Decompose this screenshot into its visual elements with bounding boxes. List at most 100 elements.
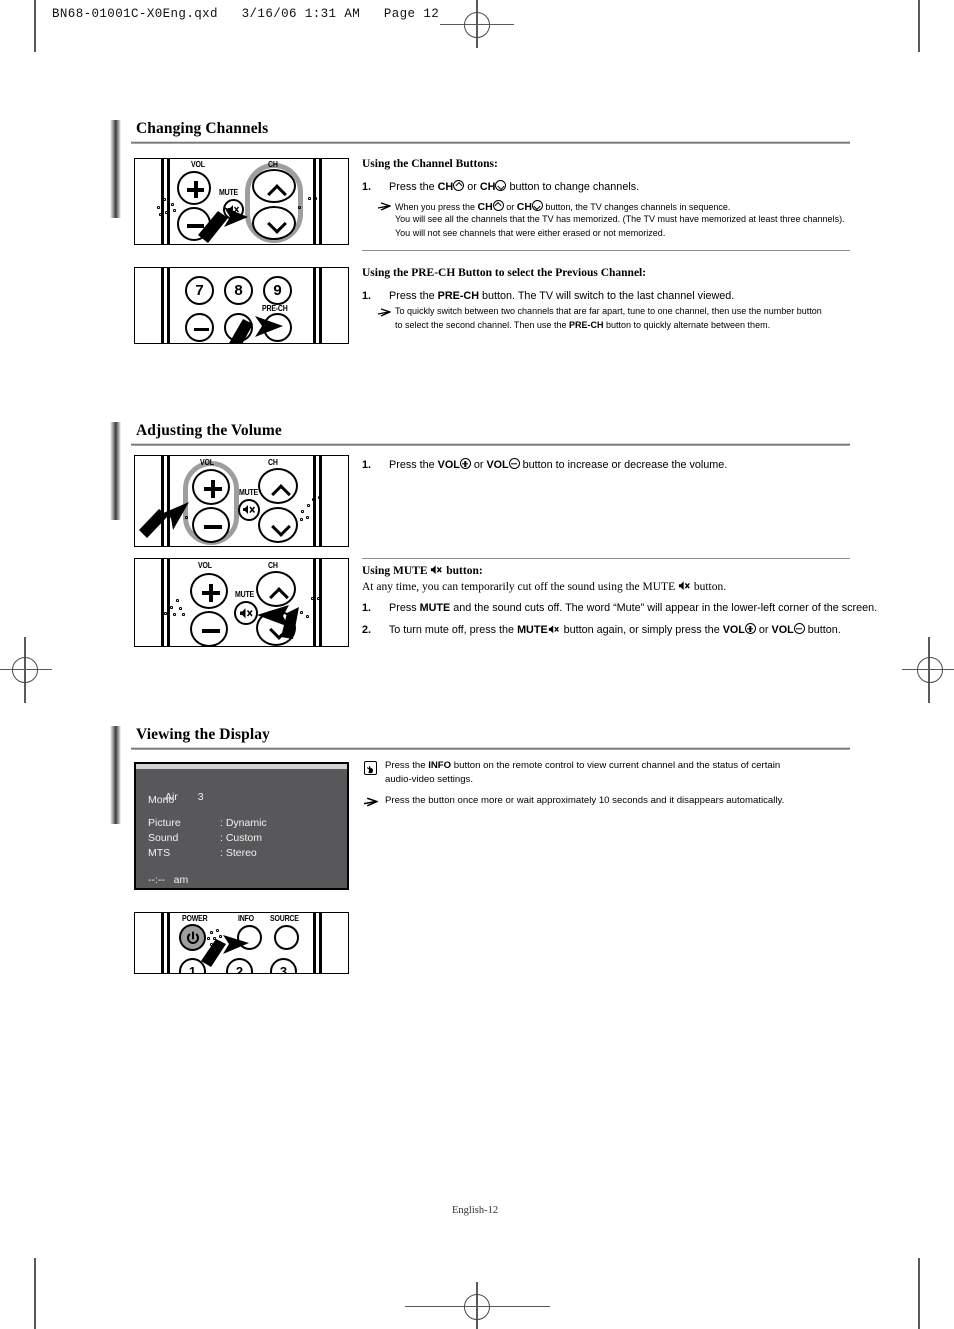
step-bold-prech: PRE-CH [437,290,480,302]
vol-label: VOL [200,459,214,468]
vol-label: VOL [198,562,212,571]
ch-up-button[interactable] [258,468,298,504]
mute-label: MUTE [219,189,239,198]
remote-rail-right-outer [319,456,322,546]
note-memorized-channels: You will see all the channels that the T… [395,214,845,224]
heading-using-prech: Using the PRE-CH Button to select the Pr… [362,267,647,279]
remote-number-buttons: 7 8 9 PRE-CH [134,267,349,344]
note-auto-dismiss: Press the button once more or wait appro… [385,795,785,806]
step-text-a: Press the [389,181,438,193]
vol-down-inline-icon [508,458,520,469]
remote-rail-right-outer [319,268,322,343]
pointer-arrow-icon [229,316,283,343]
divider-rule [362,250,850,251]
remote-rail-left-outer [161,159,164,244]
remote-rail-right-outer [319,559,322,646]
step-text-c: button to increase or decrease the volum… [519,459,728,471]
note-prech-line-1: To quickly switch between two channels t… [395,306,822,316]
section-title: Adjusting the Volume [136,422,282,439]
remote-mute-button: VOL CH MUTE [134,558,349,647]
source-button[interactable] [274,925,299,950]
key-7-button[interactable]: 7 [185,276,214,305]
step2-text-a: To turn mute off, press the [388,624,518,636]
remote-rail-left-inner [167,268,170,343]
power-label: POWER [182,915,208,924]
note-hand-glyph [367,765,373,774]
ch-down-button[interactable] [252,206,296,240]
section-viewing-the-display: Viewing the Display Air 3 Mono Picture : … [110,726,850,976]
reg-mark-left [12,657,38,683]
remote-rail-left-outer [161,913,164,973]
step-2-mute-off: 2. To turn mute off, press the MUTE butt… [362,623,841,636]
step-1-prech: 1. Press the PRE-CH button. The TV will … [362,290,734,302]
tv-on-screen-display: Air 3 Mono Picture : Dynamic Sound : Cust… [134,762,349,890]
key-3-label: 3 [279,964,288,974]
ch-down-inline-icon [495,180,507,191]
ch-down-button[interactable] [258,507,298,543]
remote-rail-right-inner [313,456,316,546]
osd-row-mts-value: : Stereo [220,847,257,859]
arrow-bullet-glyph [363,797,380,807]
step-number: 1. [362,290,372,302]
crop-line-left-top [34,0,36,52]
key-7-label: 7 [195,282,204,299]
key-8-button[interactable]: 8 [224,276,253,305]
osd-clock: --:-- am [148,874,189,886]
arrow-bullet-icon [377,307,392,320]
mute-intro-a: At any time, you can temporarily cut off… [362,581,676,593]
mute-button[interactable] [238,499,260,521]
reg-mark-bottom [464,1294,490,1320]
note-info-b: button on the remote control to view cur… [451,760,781,771]
step-text-a: Press the [389,290,438,302]
ch-up-inline-icon-note [492,200,504,211]
step-number: 2. [362,624,372,636]
osd-channel-number: 3 [197,791,204,803]
note-info-a: Press the [385,760,429,771]
step-number: 1. [362,459,372,471]
vol-down-button[interactable] [190,611,228,646]
note-info-bold: INFO [428,760,452,771]
osd-row-mts-label: MTS [148,847,171,859]
step-text-b: or [470,459,487,471]
section-accent-bar [110,120,121,218]
mute-intro-b: button. [693,581,727,593]
step-bold-ch-up: CH [437,181,454,193]
note-erased-channels: You will not see channels that were eith… [395,228,666,238]
pointer-arrow-icon [201,935,249,967]
step-text-b: button. The TV will switch to the last c… [479,290,735,302]
note-prech-line-2: to select the second channel. Then use t… [395,320,771,330]
section-title: Viewing the Display [136,726,270,743]
reg-mark-top [464,12,490,38]
section-rule [131,443,850,446]
mute-label: MUTE [239,489,259,498]
step-bold-vol-up: VOL [437,459,460,471]
osd-row-picture-value: : Dynamic [220,817,267,829]
step-1-volume: 1. Press the VOL or VOL button to increa… [362,458,727,471]
ch-label: CH [268,459,278,468]
key-9-label: 9 [273,282,282,299]
mute-speaker-icon [548,624,561,636]
ch-up-button[interactable] [252,169,296,204]
page-footer: English-12 [452,1205,499,1216]
mute-speaker-icon [678,580,691,592]
key-3-button[interactable]: 3 [270,958,297,974]
vol-label: VOL [191,161,205,170]
remote-rail-left-outer [161,268,164,343]
minus-key-button[interactable] [185,313,214,342]
osd-audio-mode: Mono [148,794,175,806]
step-number: 1. [362,181,372,193]
step1-bold-mute: MUTE [419,602,451,614]
key-9-button[interactable]: 9 [263,276,292,305]
note-hand-icon [364,761,377,775]
osd-row-sound-label: Sound [148,832,179,844]
remote-rail-right-inner [313,913,316,973]
divider-rule [362,558,850,559]
plus-icon-v [209,584,213,602]
reg-mark-right [917,657,943,683]
mute-speaker-icon [430,564,443,576]
arrow-bullet-icon [377,201,392,214]
step-bold-ch-down: CH [479,181,496,193]
mute-speaker-icon [243,505,256,514]
vol-up-button[interactable] [190,573,228,609]
section-adjusting-the-volume: Adjusting the Volume VOL CH MUTE 1. Pres… [110,422,877,652]
